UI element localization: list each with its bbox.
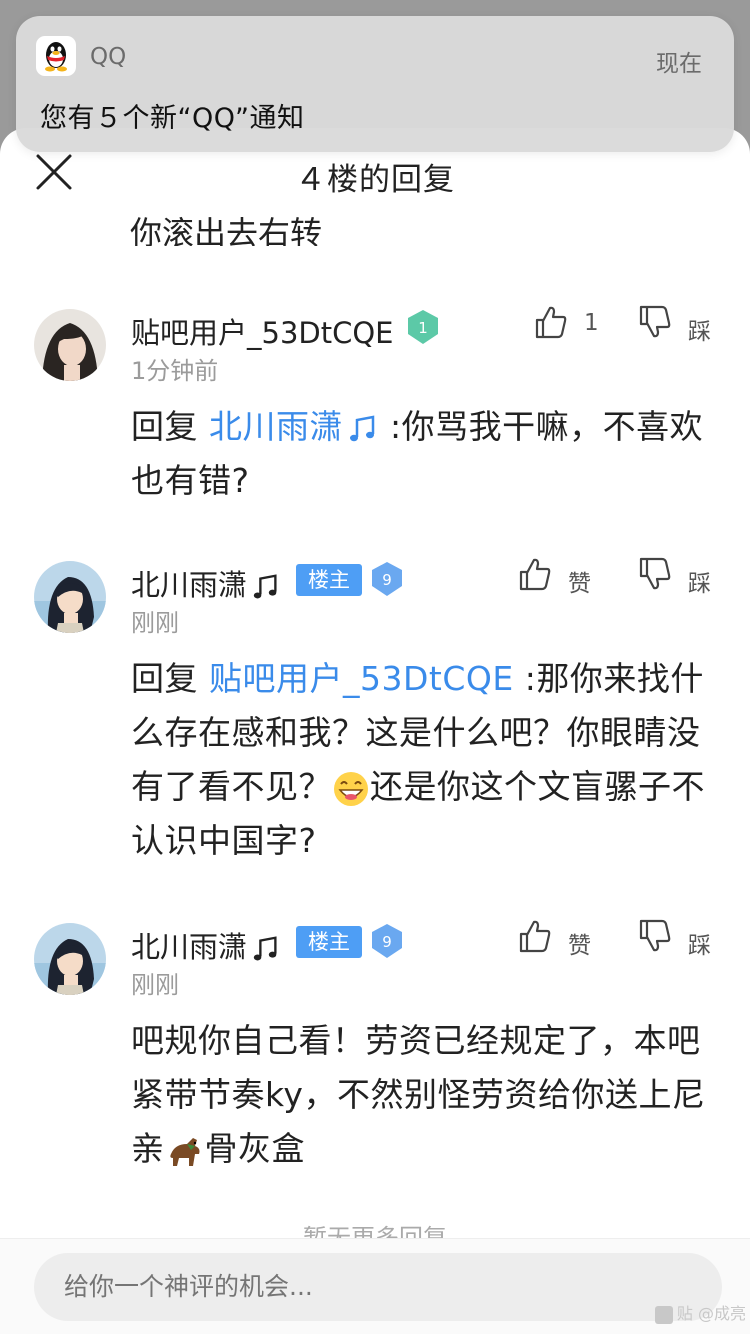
like-button[interactable]: 1	[534, 304, 614, 348]
thumbs-up-icon	[519, 558, 551, 591]
comment-body: 吧规你自己看！劳资已经规定了，本吧紧带节奏ky，不然别怪劳资给你送上尼亲 骨灰盒	[131, 1021, 706, 1168]
music-note-icon	[253, 936, 277, 961]
dislike-label: 踩	[688, 319, 711, 345]
username[interactable]: 贴吧用户_53DtCQE	[131, 310, 394, 352]
level-badge-icon: 1	[408, 310, 438, 344]
music-note-icon	[253, 574, 277, 599]
comment-body: 回复 贴吧用户_53DtCQE :那你来找什么存在感和我？这是什么吧？你眼睛没有…	[131, 659, 705, 860]
thumbs-down-icon	[639, 919, 671, 952]
avatar[interactable]	[34, 923, 106, 995]
username[interactable]: 北川雨潇	[131, 924, 281, 966]
grinning-emoji-icon	[334, 771, 368, 806]
owner-badge: 楼主	[296, 926, 362, 958]
level-badge-icon: 9	[372, 562, 402, 596]
dislike-button[interactable]: 踩	[638, 918, 718, 962]
thumbs-down-icon	[639, 305, 671, 338]
thumbs-up-icon	[535, 306, 567, 339]
qq-notification-banner[interactable]: QQ 现在 您有５个新“QQ”通知	[16, 16, 734, 152]
level-badge-icon: 9	[372, 924, 402, 958]
timestamp: 1分钟前	[131, 357, 219, 385]
avatar[interactable]	[34, 561, 106, 633]
notification-time: 现在	[656, 51, 702, 77]
previous-comment-text: 你滚出去右转	[130, 214, 323, 246]
comment-item: 北川雨潇 楼主 9 刚刚 赞 踩 吧规你自己看！劳资已经规定了，本吧紧带节奏ky…	[0, 914, 750, 1214]
notification-app-name: QQ	[90, 44, 127, 70]
like-button[interactable]: 赞	[518, 918, 608, 962]
music-note-icon	[350, 414, 375, 441]
dislike-label: 踩	[688, 933, 711, 959]
comment-item: 北川雨潇 楼主 9 刚刚 赞 踩 回复 贴吧用户_53DtCQE :那你来找什么…	[0, 552, 750, 882]
mention-link[interactable]: 北川雨潇	[209, 407, 379, 446]
notification-message: 您有５个新“QQ”通知	[40, 103, 305, 134]
sheet-title: ４楼的回复	[295, 162, 455, 198]
svg-text:9: 9	[382, 933, 392, 951]
timestamp: 刚刚	[131, 609, 179, 637]
like-count: 1	[584, 310, 599, 336]
username[interactable]: 北川雨潇	[131, 562, 281, 604]
comment-item: 贴吧用户_53DtCQE 1 1分钟前 1 踩 回复 北川雨潇 :你骂我干嘛，不…	[0, 300, 750, 520]
mention-link[interactable]: 贴吧用户_53DtCQE	[209, 659, 514, 698]
owner-badge: 楼主	[296, 564, 362, 596]
dislike-button[interactable]: 踩	[638, 556, 718, 600]
comment-body: 回复 北川雨潇 :你骂我干嘛，不喜欢也有错?	[131, 407, 704, 500]
horse-emoji-icon	[169, 1137, 199, 1166]
avatar[interactable]	[34, 309, 106, 381]
dislike-button[interactable]: 踩	[638, 304, 718, 348]
svg-text:1: 1	[418, 319, 428, 337]
svg-text:9: 9	[382, 571, 392, 589]
like-label: 赞	[568, 571, 591, 597]
tieba-logo-icon	[654, 1305, 673, 1324]
qq-penguin-icon	[36, 36, 76, 76]
reply-sheet: ４楼的回复 你滚出去右转 贴吧用户_53DtCQE 1 1分钟前 1 踩 回复 …	[0, 128, 750, 1334]
thumbs-down-icon	[639, 557, 671, 590]
dislike-label: 踩	[688, 571, 711, 597]
timestamp: 刚刚	[131, 971, 179, 999]
like-label: 赞	[568, 933, 591, 959]
watermark: 贴 @成亮	[654, 1300, 746, 1324]
comment-input[interactable]	[34, 1253, 722, 1321]
comment-bar	[0, 1238, 750, 1334]
thumbs-up-icon	[519, 920, 551, 953]
like-button[interactable]: 赞	[518, 556, 608, 600]
